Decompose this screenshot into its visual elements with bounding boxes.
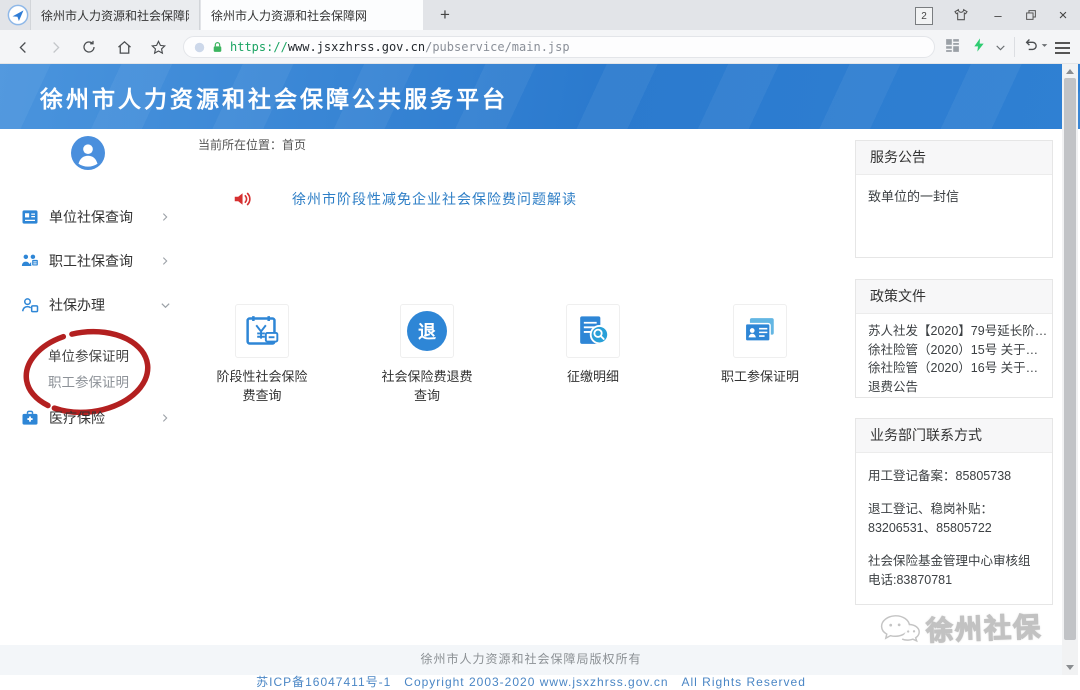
undo-closed-tab-button[interactable] [1022, 37, 1048, 54]
lock-icon [211, 41, 224, 54]
refresh-icon[interactable] [78, 38, 100, 56]
notice-link[interactable]: 致单位的一封信 [856, 175, 1052, 207]
contact-line: 退工登记、稳岗补贴：83206531、85805722 [868, 500, 1040, 538]
sidebar-item-label: 职工社保查询 [49, 251, 151, 271]
chevron-down-icon[interactable] [994, 41, 1007, 54]
page-footer: 徐州市人力资源和社会保障局版权所有 苏ICP备16047411号-1 Copyr… [0, 645, 1062, 675]
contact-line: 用工登记备案：85805738 [868, 467, 1040, 486]
page-scrollbar[interactable] [1062, 64, 1078, 675]
chevron-right-icon [160, 212, 170, 222]
new-tab-button[interactable]: + [432, 3, 458, 27]
person-form-icon [20, 295, 40, 315]
browser-tab-active[interactable]: 徐州市人力资源和社会保障网 [201, 0, 423, 30]
announcement-row: 徐州市阶段性减免企业社会保险费问题解读 [232, 188, 577, 210]
people-icon [20, 251, 40, 271]
service-refund-query[interactable]: 退 社会保险费退费 查询 [362, 304, 492, 405]
service-periodic-fee-query[interactable]: 阶段性社会保险 费查询 [197, 304, 327, 405]
theme-skin-button[interactable] [944, 0, 978, 30]
chevron-right-icon [160, 256, 170, 266]
service-label: 社会保险费退费 [362, 367, 492, 386]
service-collection-detail[interactable]: 征缴明细 [528, 304, 658, 386]
service-employee-certificate[interactable]: 职工参保证明 [695, 304, 825, 386]
restore-icon [1024, 8, 1038, 22]
panel-title: 政策文件 [856, 280, 1052, 314]
url-text: https://www.jsxzhrss.gov.cn/pubservice/m… [230, 40, 570, 54]
panel-service-notice: 服务公告 致单位的一封信 [855, 140, 1053, 258]
caret-down-icon [1041, 42, 1048, 49]
bookmark-star-icon[interactable] [147, 38, 169, 56]
speed-lightning-icon[interactable] [971, 37, 987, 53]
browser-logo-icon [7, 4, 29, 26]
yuan-box-icon [235, 304, 289, 358]
back-button[interactable] [12, 38, 34, 56]
sidebar-item-label: 单位社保查询 [49, 207, 151, 227]
policy-link[interactable]: 徐社险管（2020）15号 关于… [856, 341, 1052, 360]
id-cards-icon [733, 304, 787, 358]
site-info-icon[interactable] [194, 42, 205, 53]
service-label: 查询 [362, 386, 492, 405]
browser-titlebar: 徐州市人力资源和社会保障网 徐州市人力资源和社会保障网 + 2 – × [0, 0, 1080, 30]
scrollbar-thumb[interactable] [1064, 78, 1076, 640]
scroll-up-arrow[interactable] [1066, 69, 1074, 74]
tshirt-icon [953, 7, 969, 23]
sidebar-item-label: 医疗保险 [49, 408, 151, 428]
sidebar-item-medical-insurance[interactable]: 医疗保险 [20, 406, 170, 430]
panel-policy-files: 政策文件 苏人社发【2020】79号延长阶… 徐社险管（2020）15号 关于…… [855, 279, 1053, 398]
chevron-down-icon [160, 300, 170, 310]
speaker-icon [232, 188, 254, 210]
first-aid-kit-icon [20, 408, 40, 428]
policy-link[interactable]: 退费公告 [856, 378, 1052, 397]
document-magnifier-icon [566, 304, 620, 358]
minimize-button[interactable]: – [981, 0, 1015, 30]
icp-license-link[interactable]: 苏ICP备16047411号-1 Copyright 2003-2020 www… [0, 673, 1062, 690]
policy-link[interactable]: 苏人社发【2020】79号延长阶… [856, 322, 1052, 341]
qr-grid-icon[interactable] [944, 37, 961, 54]
refund-circle-icon: 退 [400, 304, 454, 358]
panel-title: 业务部门联系方式 [856, 419, 1052, 453]
scroll-down-arrow[interactable] [1066, 665, 1074, 670]
sidebar-item-unit-query[interactable]: 单位社保查询 [20, 205, 170, 229]
sidebar-subitem-unit-certificate[interactable]: 单位参保证明 [48, 345, 129, 365]
service-label: 征缴明细 [528, 367, 658, 386]
tab-count-badge[interactable]: 2 [915, 7, 933, 25]
panel-department-contacts: 业务部门联系方式 用工登记备案：85805738 退工登记、稳岗补贴：83206… [855, 418, 1053, 605]
home-button[interactable] [113, 38, 135, 56]
user-avatar[interactable] [71, 136, 105, 170]
close-button[interactable]: × [1046, 0, 1080, 30]
service-label: 费查询 [197, 386, 327, 405]
wechat-watermark: 徐州社保 [877, 605, 1042, 650]
panel-title: 服务公告 [856, 141, 1052, 175]
service-label: 阶段性社会保险 [197, 367, 327, 386]
tab-title: 徐州市人力资源和社会保障网 [41, 7, 189, 24]
contact-line: 社会保险基金管理中心审核组电话:83870781 [868, 552, 1040, 590]
toolbar-separator [1014, 37, 1015, 57]
breadcrumb: 当前所在位置：首页 [198, 136, 306, 153]
unit-card-icon [20, 207, 40, 227]
watermark-text: 徐州社保 [925, 605, 1042, 648]
sidebar-item-employee-query[interactable]: 职工社保查询 [20, 249, 170, 273]
address-bar[interactable]: https://www.jsxzhrss.gov.cn/pubservice/m… [183, 36, 935, 58]
chat-bubbles-icon [877, 612, 922, 647]
announcement-link[interactable]: 徐州市阶段性减免企业社会保险费问题解读 [292, 189, 577, 209]
sidebar-item-label: 社保办理 [49, 295, 151, 315]
browser-tab-inactive[interactable]: 徐州市人力资源和社会保障网 [30, 0, 200, 30]
site-title: 徐州市人力资源和社会保障公共服务平台 [40, 64, 508, 129]
tab-title: 徐州市人力资源和社会保障网 [211, 7, 367, 24]
menu-button[interactable] [1055, 39, 1070, 57]
chevron-right-icon [160, 413, 170, 423]
restore-window-button[interactable] [1014, 0, 1048, 30]
site-banner: 徐州市人力资源和社会保障公共服务平台 [0, 64, 1080, 129]
service-label: 职工参保证明 [695, 367, 825, 386]
forward-button[interactable] [44, 38, 66, 56]
sidebar-item-social-insurance-handling[interactable]: 社保办理 [20, 293, 170, 317]
sidebar-subitem-employee-certificate[interactable]: 职工参保证明 [48, 371, 129, 391]
policy-link[interactable]: 徐社险管（2020）16号 关于… [856, 359, 1052, 378]
